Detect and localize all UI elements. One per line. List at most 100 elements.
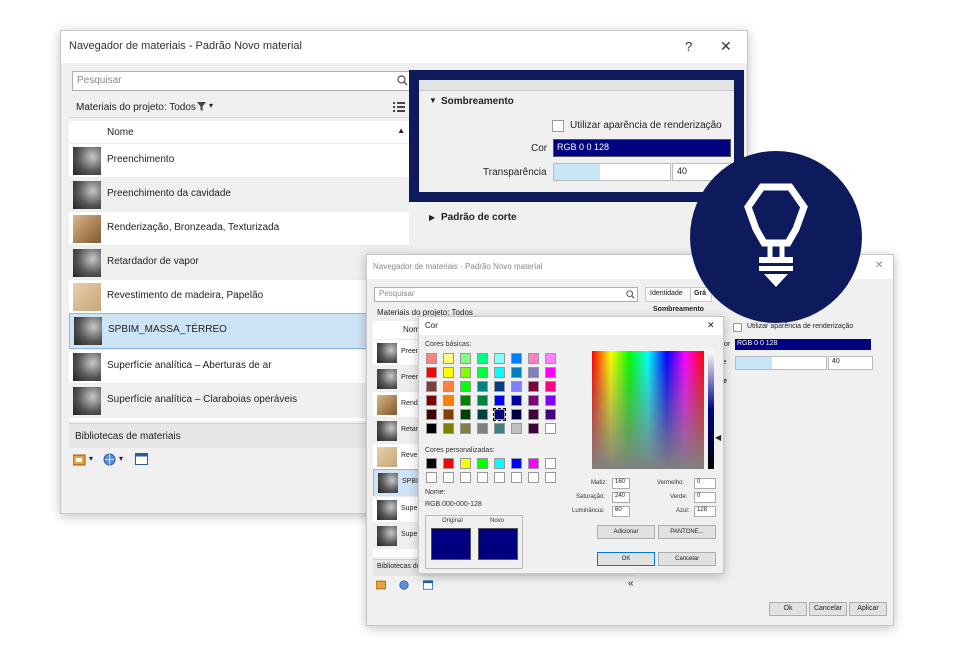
color-swatch[interactable] xyxy=(511,353,522,364)
color-swatch[interactable] xyxy=(545,367,556,378)
panel-toggle-icon[interactable] xyxy=(135,453,148,465)
saturation-input[interactable]: 240 xyxy=(612,492,630,503)
color-swatch[interactable] xyxy=(443,395,454,406)
filter-icon[interactable] xyxy=(197,102,206,111)
color-swatch[interactable] xyxy=(545,423,556,434)
cancel-button[interactable]: Cancelar xyxy=(658,552,716,566)
color-swatch[interactable] xyxy=(443,367,454,378)
color-swatch[interactable] xyxy=(460,423,471,434)
custom-color-slot[interactable] xyxy=(511,472,522,483)
transparency-input[interactable]: 40 xyxy=(828,356,873,370)
pantone-button[interactable]: PANTONE... xyxy=(658,525,716,539)
color-swatch[interactable] xyxy=(493,408,506,421)
hue-input[interactable]: 160 xyxy=(612,478,630,489)
custom-color-slot[interactable] xyxy=(426,472,437,483)
transparency-slider[interactable] xyxy=(553,163,671,181)
add-custom-color-button[interactable]: Adicionar xyxy=(597,525,655,539)
color-swatch[interactable] xyxy=(477,395,488,406)
color-swatch[interactable] xyxy=(477,367,488,378)
color-swatch[interactable] xyxy=(528,409,539,420)
collapse-triangle-icon[interactable]: ▼ xyxy=(429,96,437,105)
color-swatch[interactable] xyxy=(511,458,522,469)
close-button[interactable]: ✕ xyxy=(707,320,715,331)
color-swatch[interactable] xyxy=(545,395,556,406)
color-swatch[interactable] xyxy=(511,381,522,392)
color-swatch[interactable] xyxy=(426,409,437,420)
color-swatch[interactable] xyxy=(477,353,488,364)
color-swatch[interactable] xyxy=(477,423,488,434)
libraries-bar[interactable]: Bibliotecas de materiais xyxy=(69,423,409,448)
material-row[interactable]: Superfície analítica – Aberturas de ar xyxy=(69,349,409,384)
collapse-button[interactable]: « xyxy=(628,578,634,589)
custom-color-slot[interactable] xyxy=(528,472,539,483)
custom-color-slot[interactable] xyxy=(460,472,471,483)
luminance-input[interactable]: 60 xyxy=(612,506,630,517)
color-swatch[interactable] xyxy=(443,409,454,420)
close-button[interactable]: ✕ xyxy=(720,38,732,55)
color-swatch[interactable] xyxy=(426,381,437,392)
color-swatch[interactable] xyxy=(494,353,505,364)
blue-input[interactable]: 128 xyxy=(694,506,716,517)
green-input[interactable]: 0 xyxy=(694,492,716,503)
material-row[interactable]: Preenchimento xyxy=(69,143,409,178)
custom-color-slot[interactable] xyxy=(477,472,488,483)
material-row[interactable]: Renderização, Bronzeada, Texturizada xyxy=(69,211,409,246)
color-swatch[interactable] xyxy=(528,395,539,406)
search-input[interactable]: Pesquisar xyxy=(374,287,638,302)
use-render-checkbox[interactable] xyxy=(552,120,564,132)
luminance-bar[interactable] xyxy=(708,351,714,469)
chevron-down-icon[interactable]: ▾ xyxy=(209,101,213,110)
red-input[interactable]: 0 xyxy=(694,478,716,489)
color-swatch[interactable] xyxy=(494,458,505,469)
color-swatch[interactable] xyxy=(545,381,556,392)
search-input[interactable]: Pesquisar xyxy=(72,71,412,91)
use-render-checkbox[interactable] xyxy=(733,323,742,332)
column-header[interactable]: Nome ▲ xyxy=(69,121,409,143)
color-swatch[interactable] xyxy=(426,423,437,434)
color-swatch[interactable] xyxy=(494,395,505,406)
color-swatch[interactable] xyxy=(426,367,437,378)
tab-identity[interactable]: Identidade xyxy=(645,287,691,302)
material-row[interactable]: Retardador de vapor xyxy=(69,245,409,280)
apply-button[interactable]: Aplicar xyxy=(849,602,887,616)
color-swatch[interactable] xyxy=(494,367,505,378)
color-swatch[interactable] xyxy=(460,367,471,378)
color-swatch[interactable] xyxy=(460,409,471,420)
color-swatch[interactable] xyxy=(545,353,556,364)
color-swatch[interactable] xyxy=(511,409,522,420)
color-swatch[interactable] xyxy=(443,381,454,392)
library-menu-icon[interactable] xyxy=(376,580,387,590)
color-swatch[interactable] xyxy=(443,353,454,364)
library-menu-icon[interactable] xyxy=(73,454,87,466)
color-swatch[interactable] xyxy=(460,381,471,392)
chevron-down-icon[interactable]: ▾ xyxy=(119,454,123,463)
panel-toggle-icon[interactable] xyxy=(423,580,433,590)
custom-color-slot[interactable] xyxy=(494,472,505,483)
luminance-pointer-icon[interactable]: ◀ xyxy=(715,433,721,442)
color-swatch[interactable] xyxy=(477,381,488,392)
custom-color-slot[interactable] xyxy=(443,472,454,483)
color-swatch[interactable] xyxy=(528,381,539,392)
color-swatch[interactable] xyxy=(528,353,539,364)
color-swatch[interactable] xyxy=(494,423,505,434)
material-row[interactable]: Preenchimento da cavidade xyxy=(69,177,409,212)
color-swatch[interactable] xyxy=(545,458,556,469)
color-swatch[interactable] xyxy=(443,458,454,469)
material-row[interactable]: Superfície analítica – Claraboias operáv… xyxy=(69,383,409,418)
chevron-down-icon[interactable]: ▾ xyxy=(89,454,93,463)
color-swatch[interactable] xyxy=(528,423,539,434)
ok-button[interactable]: OK xyxy=(597,552,655,566)
globe-icon[interactable] xyxy=(399,580,409,590)
color-swatch[interactable] xyxy=(460,395,471,406)
help-button[interactable]: ? xyxy=(685,39,692,54)
color-swatch[interactable] xyxy=(460,458,471,469)
list-view-icon[interactable] xyxy=(393,102,405,113)
color-swatch[interactable] xyxy=(460,353,471,364)
material-row-selected[interactable]: SPBIM_MASSA_TÉRREO xyxy=(69,313,409,349)
transparency-slider[interactable] xyxy=(735,356,827,370)
cancel-button[interactable]: Cancelar xyxy=(809,602,847,616)
color-field[interactable]: RGB 0 0 128 xyxy=(735,339,871,350)
color-swatch[interactable] xyxy=(528,367,539,378)
color-swatch[interactable] xyxy=(477,409,488,420)
color-swatch[interactable] xyxy=(477,458,488,469)
